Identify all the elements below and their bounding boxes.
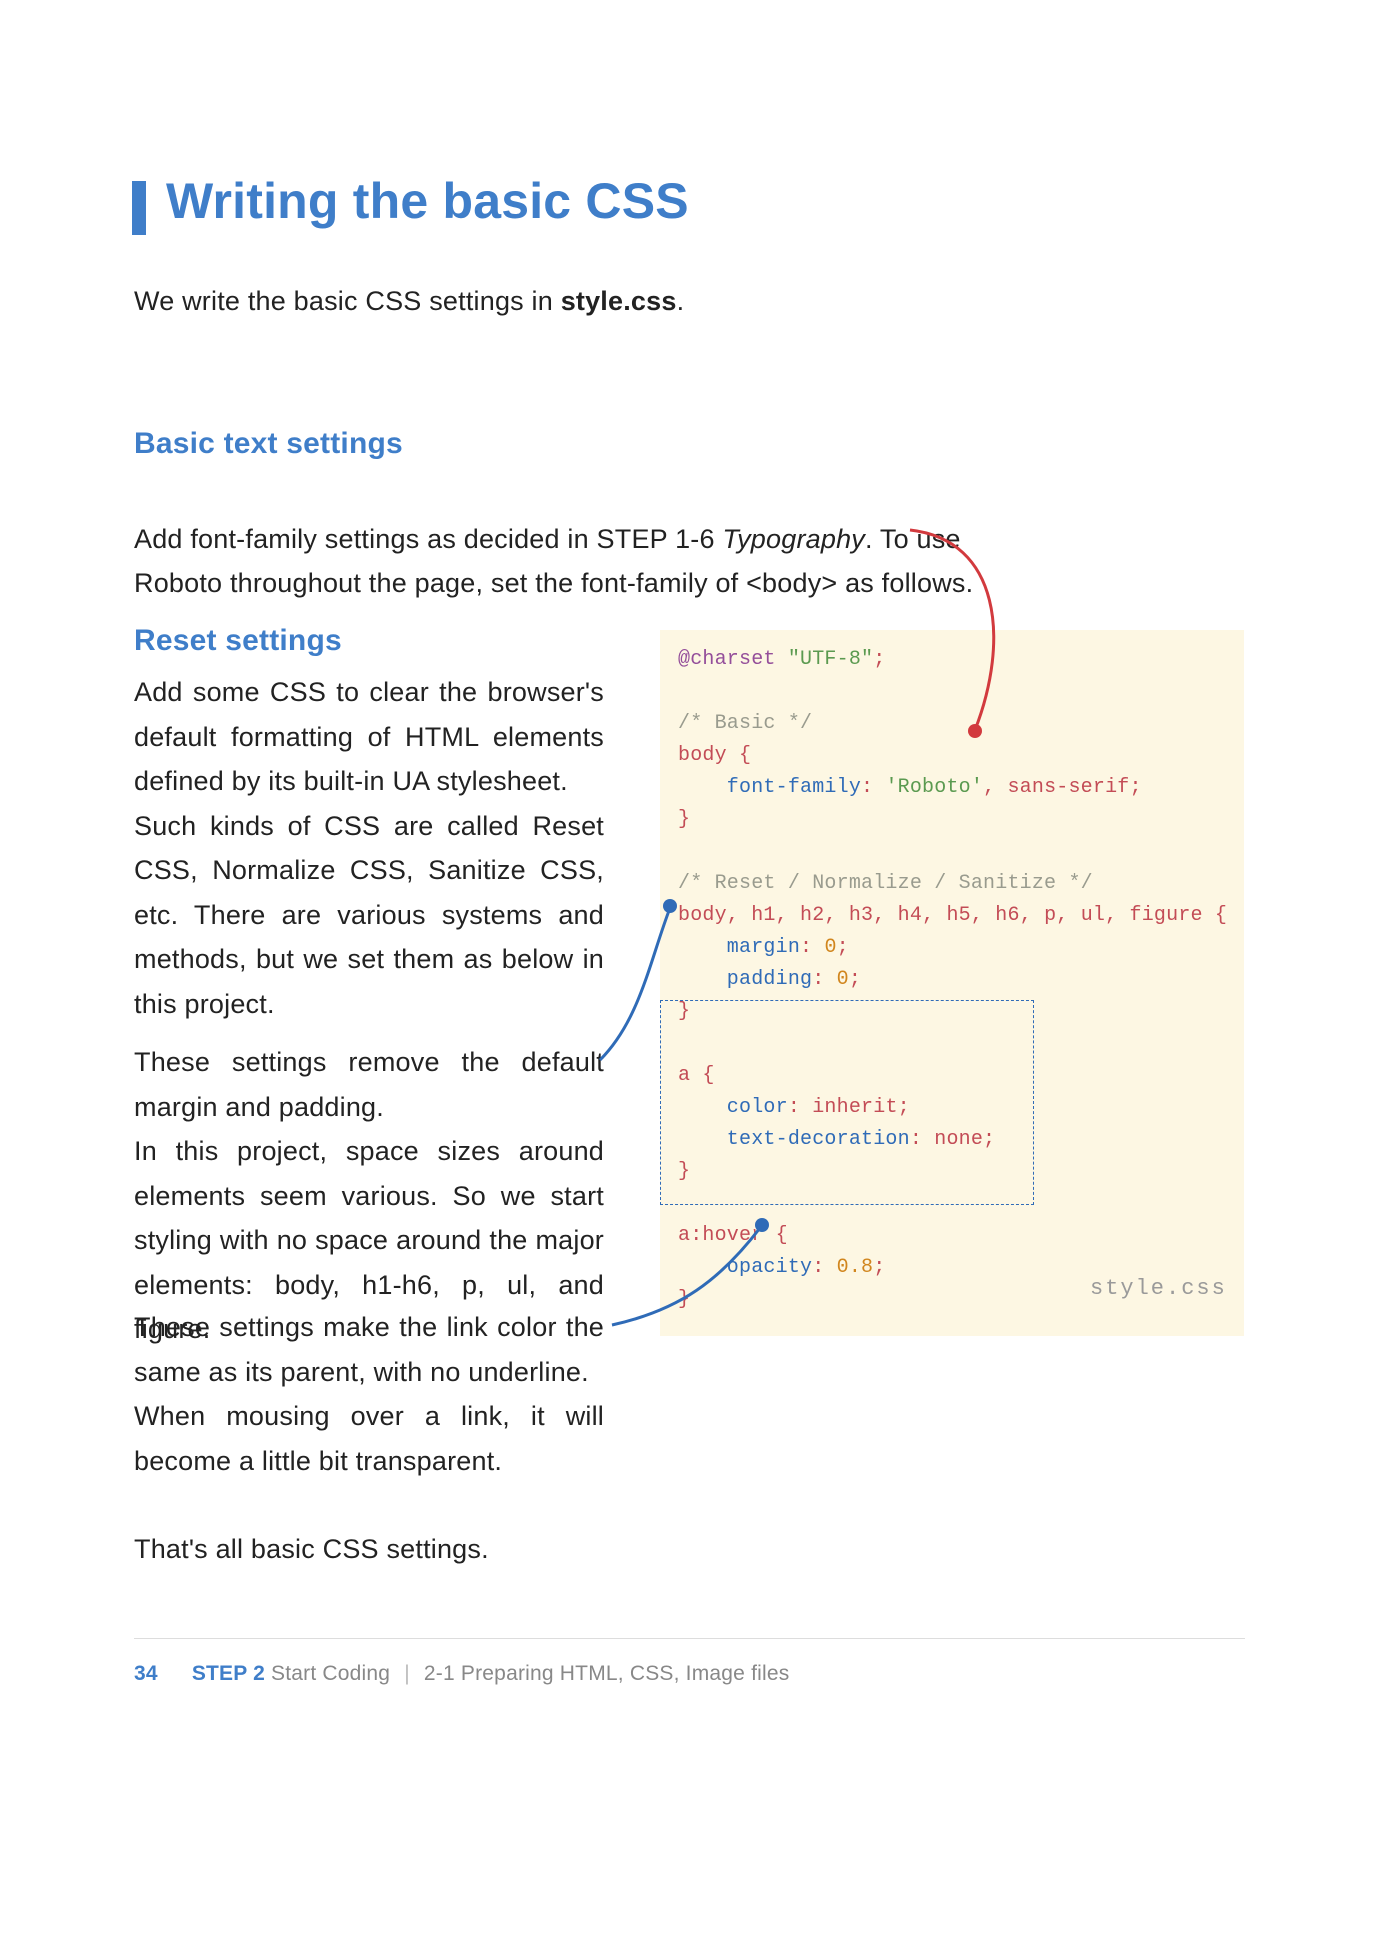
code-selector: h2 xyxy=(800,904,824,927)
code-string: 'Roboto' xyxy=(885,776,983,799)
code-brace: } xyxy=(678,1288,690,1311)
page-number: 34 xyxy=(134,1662,158,1685)
code-brace: { xyxy=(727,744,751,767)
code-brace: } xyxy=(678,1160,690,1183)
code-prop: color xyxy=(678,1096,788,1119)
code-punct: , xyxy=(922,904,946,927)
code-punct: , xyxy=(1105,904,1129,927)
page: Writing the basic CSS We write the basic… xyxy=(0,0,1379,1947)
code-punct: : xyxy=(861,776,885,799)
code-brace: } xyxy=(678,1000,690,1023)
code-comment: /* Basic */ xyxy=(678,712,812,735)
code-num: 0 xyxy=(824,936,836,959)
code-selector: p xyxy=(1044,904,1056,927)
paragraph-closing: That's all basic CSS settings. xyxy=(134,1527,604,1572)
code-prop: opacity xyxy=(678,1256,812,1279)
section-heading-basic-text: Basic text settings xyxy=(134,427,403,461)
code-selector: body xyxy=(678,904,727,927)
code-punct: , xyxy=(873,904,897,927)
code-comment: /* Reset / Normalize / Sanitize */ xyxy=(678,872,1093,895)
code-prop: font-family xyxy=(678,776,861,799)
code-punct: ; xyxy=(849,968,861,991)
code-punct: ; xyxy=(873,648,885,671)
code-selector: h6 xyxy=(995,904,1019,927)
paragraph-reset-intro: Add some CSS to clear the browser's defa… xyxy=(134,670,604,1026)
code-prop: margin xyxy=(678,936,800,959)
code-punct: : xyxy=(812,968,836,991)
p1-a: Add font-family settings as decided in S… xyxy=(134,524,722,554)
code-prop: text-decoration xyxy=(678,1128,910,1151)
code-selector: body xyxy=(678,744,727,767)
code-punct: , xyxy=(971,904,995,927)
footer-rule xyxy=(134,1638,1245,1639)
code-brace: } xyxy=(678,808,690,831)
code-keyword: @charset xyxy=(678,648,776,671)
code-punct: : xyxy=(812,1256,836,1279)
footer-sep: | xyxy=(404,1662,410,1685)
code-pseudo: :hover xyxy=(690,1224,763,1247)
code-block: @charset "UTF-8"; /* Basic */ body { fon… xyxy=(660,630,1244,1336)
paragraph-link-settings: These settings make the link color the s… xyxy=(134,1305,604,1483)
code-selector: ul xyxy=(1081,904,1105,927)
code-string: "UTF-8" xyxy=(788,648,873,671)
intro-text-a: We write the basic CSS settings in xyxy=(134,286,561,316)
footer-step: STEP 2 xyxy=(192,1662,265,1685)
title-accent-bar xyxy=(132,181,146,235)
code-selector: a xyxy=(678,1064,690,1087)
page-title: Writing the basic CSS xyxy=(166,172,689,230)
footer-chapter: 2-1 Preparing HTML, CSS, Image files xyxy=(424,1662,790,1685)
section-heading-reset: Reset settings xyxy=(134,624,342,658)
code-selector: h4 xyxy=(898,904,922,927)
code-content: @charset "UTF-8"; /* Basic */ body { fon… xyxy=(660,630,1244,1336)
code-val: , sans-serif; xyxy=(983,776,1142,799)
code-num: 0.8 xyxy=(837,1256,874,1279)
code-punct: ; xyxy=(873,1256,885,1279)
code-punct: , xyxy=(1056,904,1080,927)
p1-b: Typography xyxy=(722,524,865,554)
code-selector: h1 xyxy=(751,904,775,927)
code-selector: a xyxy=(678,1224,690,1247)
code-punct: : xyxy=(800,936,824,959)
code-prop: padding xyxy=(678,968,812,991)
code-caption: style.css xyxy=(1090,1276,1227,1301)
code-val: : none; xyxy=(910,1128,995,1151)
footer: 34 STEP 2 Start Coding | 2-1 Preparing H… xyxy=(134,1662,789,1686)
code-selector: h5 xyxy=(946,904,970,927)
code-selector: figure xyxy=(1130,904,1203,927)
paragraph-basic-text: Add font-family settings as decided in S… xyxy=(134,472,1034,606)
intro-text-b: style.css xyxy=(561,286,677,316)
intro-text-c: . xyxy=(677,286,685,316)
code-punct: , xyxy=(727,904,751,927)
code-brace: { xyxy=(690,1064,714,1087)
code-num: 0 xyxy=(837,968,849,991)
code-brace: { xyxy=(763,1224,787,1247)
code-punct: , xyxy=(1020,904,1044,927)
footer-step-name: Start Coding xyxy=(265,1662,390,1685)
intro-paragraph: We write the basic CSS settings in style… xyxy=(134,286,684,317)
code-punct: , xyxy=(824,904,848,927)
code-selector: h3 xyxy=(849,904,873,927)
code-punct: , xyxy=(776,904,800,927)
code-brace: { xyxy=(1203,904,1227,927)
code-val: : inherit; xyxy=(788,1096,910,1119)
code-punct: ; xyxy=(837,936,849,959)
